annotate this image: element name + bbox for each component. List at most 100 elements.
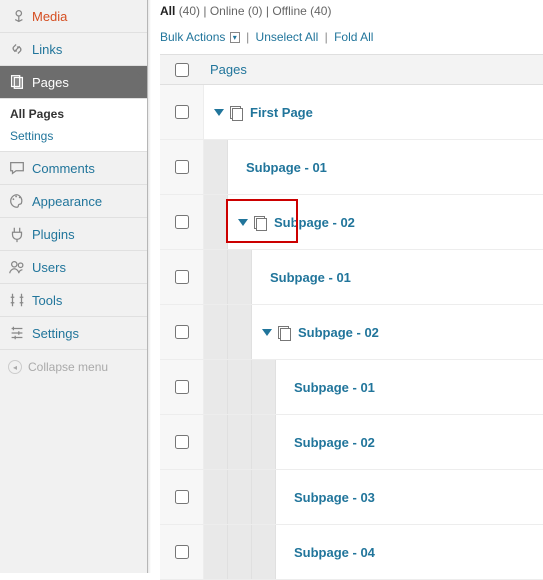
menu-label: Users [32, 260, 66, 275]
filter-offline[interactable]: Offline [272, 4, 306, 18]
indent-guide [252, 415, 276, 469]
filter-online-count: (0) [248, 4, 263, 18]
page-title-link[interactable]: First Page [250, 105, 313, 120]
pages-stack-icon [230, 106, 242, 119]
header-checkbox-cell [160, 63, 204, 77]
row-checkbox-cell [160, 470, 204, 524]
page-title-link[interactable]: Subpage - 01 [270, 270, 351, 285]
expand-toggle-icon[interactable] [214, 109, 224, 116]
users-icon [8, 258, 26, 276]
page-title-link[interactable]: Subpage - 02 [294, 435, 375, 450]
menu-item-links[interactable]: Links [0, 33, 147, 66]
filter-all-count: (40) [179, 4, 200, 18]
row-checkbox-cell [160, 415, 204, 469]
table-row: Subpage - 04 [160, 525, 543, 580]
pages-stack-icon [254, 216, 266, 229]
table-row: Subpage - 01 [160, 250, 543, 305]
indent-guide [252, 360, 276, 414]
settings-icon [8, 324, 26, 342]
row-checkbox[interactable] [175, 325, 189, 339]
page-title-link[interactable]: Subpage - 02 [298, 325, 379, 340]
bulk-actions-dropdown[interactable]: Bulk Actions ▾ [160, 30, 243, 44]
indent-guide [204, 525, 228, 579]
indent-guide [252, 525, 276, 579]
fold-all-link[interactable]: Fold All [334, 30, 373, 44]
filter-online[interactable]: Online [210, 4, 245, 18]
menu-label: Comments [32, 161, 95, 176]
row-checkbox[interactable] [175, 160, 189, 174]
table-row: Subpage - 01 [160, 140, 543, 195]
page-title-link[interactable]: Subpage - 04 [294, 545, 375, 560]
menu-label: Settings [32, 326, 79, 341]
header-pages-label[interactable]: Pages [204, 62, 247, 77]
submenu: All PagesSettings [0, 99, 147, 152]
menu-label: Plugins [32, 227, 75, 242]
page-title-link[interactable]: Subpage - 01 [246, 160, 327, 175]
pages-stack-icon [278, 326, 290, 339]
row-checkbox[interactable] [175, 380, 189, 394]
menu-item-pages[interactable]: Pages [0, 66, 147, 99]
menu-label: Appearance [32, 194, 102, 209]
row-checkbox-cell [160, 305, 204, 359]
menu-item-media[interactable]: Media [0, 0, 147, 33]
row-tree-cell: Subpage - 04 [204, 525, 543, 579]
menu-item-comments[interactable]: Comments [0, 152, 147, 185]
menu-item-appearance[interactable]: Appearance [0, 185, 147, 218]
page-title-link[interactable]: Subpage - 01 [294, 380, 375, 395]
expand-toggle-icon[interactable] [238, 219, 248, 226]
row-tree-cell: Subpage - 02 [204, 195, 543, 249]
row-checkbox[interactable] [175, 435, 189, 449]
indent-guide [228, 360, 252, 414]
row-tree-cell: Subpage - 01 [204, 250, 543, 304]
indent-guide [204, 360, 228, 414]
collapse-icon: ◂ [8, 360, 22, 374]
indent-guide [204, 415, 228, 469]
indent-guide [252, 470, 276, 524]
row-checkbox[interactable] [175, 215, 189, 229]
row-tree-cell: Subpage - 03 [204, 470, 543, 524]
plugins-icon [8, 225, 26, 243]
submenu-item-all-pages[interactable]: All Pages [0, 103, 147, 125]
table-header: Pages [160, 55, 543, 85]
comments-icon [8, 159, 26, 177]
row-checkbox[interactable] [175, 270, 189, 284]
appearance-icon [8, 192, 26, 210]
menu-item-settings[interactable]: Settings [0, 317, 147, 350]
row-tree-cell: Subpage - 02 [204, 305, 543, 359]
expand-toggle-icon[interactable] [262, 329, 272, 336]
menu-label: Media [32, 9, 67, 24]
menu-item-users[interactable]: Users [0, 251, 147, 284]
row-tree-cell: Subpage - 01 [204, 360, 543, 414]
indent-guide [204, 195, 228, 249]
menu-item-plugins[interactable]: Plugins [0, 218, 147, 251]
indent-guide [228, 250, 252, 304]
tools-icon [8, 291, 26, 309]
select-all-checkbox[interactable] [175, 63, 189, 77]
page-title-link[interactable]: Subpage - 02 [274, 215, 355, 230]
indent-guide [228, 525, 252, 579]
indent-guide [228, 415, 252, 469]
row-checkbox-cell [160, 195, 204, 249]
filter-bar: All (40) | Online (0) | Offline (40) [160, 0, 543, 26]
row-checkbox[interactable] [175, 105, 189, 119]
row-checkbox-cell [160, 250, 204, 304]
row-tree-cell: First Page [204, 85, 543, 139]
pages-table: Pages First Page Subpage - 01 Subpage - 02… [160, 54, 543, 580]
unselect-all-link[interactable]: Unselect All [256, 30, 319, 44]
table-row: Subpage - 02 [160, 305, 543, 360]
filter-all[interactable]: All [160, 4, 175, 18]
indent-guide [204, 470, 228, 524]
page-title-link[interactable]: Subpage - 03 [294, 490, 375, 505]
indent-guide [228, 470, 252, 524]
indent-guide [204, 250, 228, 304]
admin-sidebar: MediaLinksPagesAll PagesSettingsComments… [0, 0, 148, 573]
indent-guide [204, 140, 228, 194]
menu-item-tools[interactable]: Tools [0, 284, 147, 317]
table-row: Subpage - 01 [160, 360, 543, 415]
collapse-menu-button[interactable]: ◂ Collapse menu [0, 350, 147, 384]
row-checkbox-cell [160, 140, 204, 194]
dropdown-icon: ▾ [230, 32, 240, 43]
submenu-item-settings[interactable]: Settings [0, 125, 147, 147]
row-checkbox[interactable] [175, 545, 189, 559]
row-checkbox[interactable] [175, 490, 189, 504]
